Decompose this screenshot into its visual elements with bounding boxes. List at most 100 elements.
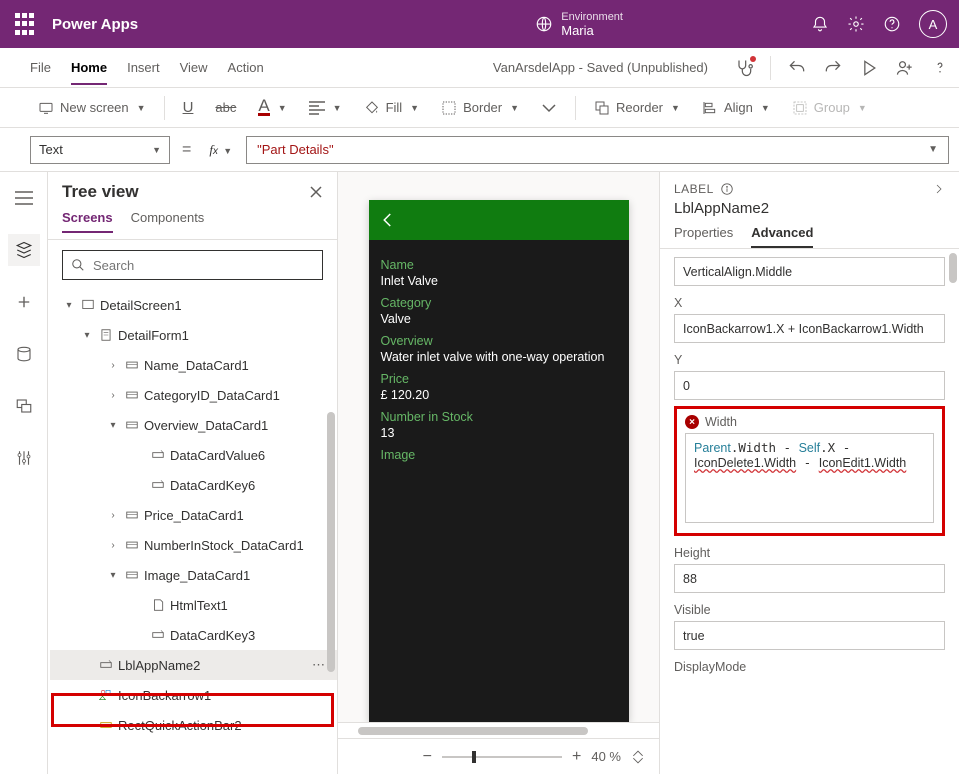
reorder-label: Reorder xyxy=(616,100,663,115)
help-icon[interactable] xyxy=(883,15,901,33)
new-screen-label: New screen xyxy=(60,100,129,115)
tree-node-detailscreen1[interactable]: ▾DetailScreen1 xyxy=(50,290,337,320)
canvas-h-scrollbar[interactable] xyxy=(338,722,659,738)
tab-properties[interactable]: Properties xyxy=(674,225,733,248)
tree-node-name-datacard1[interactable]: ›Name_DataCard1 xyxy=(50,350,337,380)
text-align-button[interactable]: ▼ xyxy=(301,97,350,119)
align-button[interactable]: Align▼ xyxy=(694,96,778,120)
rail-tree-view-icon[interactable] xyxy=(8,234,40,266)
prop-verticalalign-input[interactable]: VerticalAlign.Middle xyxy=(674,257,945,286)
prop-width-label: Width xyxy=(705,415,737,429)
prop-visible-input[interactable]: true xyxy=(674,621,945,650)
notifications-icon[interactable] xyxy=(811,15,829,33)
reorder-button[interactable]: Reorder▼ xyxy=(586,96,688,120)
tree-search-input[interactable] xyxy=(93,258,314,273)
menu-insert[interactable]: Insert xyxy=(127,60,160,75)
environment-label: Environment xyxy=(561,10,623,24)
rectangle-icon xyxy=(98,717,114,733)
canvas-area: Name Inlet Valve Category Valve Overview… xyxy=(338,172,659,774)
label-icon xyxy=(150,447,166,463)
zoom-in-button[interactable]: + xyxy=(572,748,581,766)
highlight-annotation: × Width Parent.Width - Self.X - IconDele… xyxy=(674,406,945,536)
settings-icon[interactable] xyxy=(847,15,865,33)
group-button[interactable]: Group▼ xyxy=(784,96,875,120)
fill-button[interactable]: Fill▼ xyxy=(356,96,428,120)
props-scrollbar[interactable] xyxy=(949,253,957,283)
app-preview[interactable]: Name Inlet Valve Category Valve Overview… xyxy=(369,200,629,722)
tree-node-lblappname2[interactable]: LblAppName2⋯ xyxy=(50,650,337,680)
underline-button[interactable]: U xyxy=(175,95,202,120)
prop-x-input[interactable]: IconBackarrow1.X + IconBackarrow1.Width xyxy=(674,314,945,343)
user-avatar[interactable]: A xyxy=(919,10,947,38)
undo-icon[interactable] xyxy=(787,58,807,78)
rail-hamburger-icon[interactable] xyxy=(8,182,40,214)
rail-data-icon[interactable] xyxy=(8,338,40,370)
fit-screen-icon[interactable] xyxy=(631,750,645,764)
menu-file[interactable]: File xyxy=(30,60,51,75)
label-icon xyxy=(150,627,166,643)
rail-media-icon[interactable] xyxy=(8,390,40,422)
tree-search-box[interactable] xyxy=(62,250,323,280)
rail-insert-icon[interactable] xyxy=(8,286,40,318)
rail-tools-icon[interactable] xyxy=(8,442,40,474)
fx-button[interactable]: fx ▼ xyxy=(203,142,238,158)
font-color-button[interactable]: A▼ xyxy=(250,95,294,120)
menu-view[interactable]: View xyxy=(180,60,208,75)
html-icon xyxy=(150,597,166,613)
share-icon[interactable] xyxy=(895,58,915,78)
equals-label: = xyxy=(178,141,195,159)
environment-picker[interactable]: Environment Maria xyxy=(561,10,623,38)
menu-action[interactable]: Action xyxy=(228,60,264,75)
prop-width-input[interactable]: Parent.Width - Self.X - IconDelete1.Widt… xyxy=(685,433,934,523)
app-checker-icon[interactable] xyxy=(734,58,754,78)
tree-node-numberinstock-datacard1[interactable]: ›NumberInStock_DataCard1 xyxy=(50,530,337,560)
tree-node-iconbackarrow1[interactable]: IconBackarrow1 xyxy=(50,680,337,710)
app-launcher-icon[interactable] xyxy=(12,12,36,36)
chevron-right-icon[interactable] xyxy=(933,183,945,195)
tree-node-htmltext1[interactable]: HtmlText1 xyxy=(50,590,337,620)
selected-control-name[interactable]: LblAppName2 xyxy=(660,200,959,225)
formula-expand-icon[interactable]: ▼ xyxy=(928,144,938,155)
tree-node-detailform1[interactable]: ▾DetailForm1 xyxy=(50,320,337,350)
field-value: 13 xyxy=(381,426,617,440)
field-label: Category xyxy=(381,296,617,310)
error-icon[interactable]: × xyxy=(685,415,699,429)
property-selector-value: Text xyxy=(39,142,63,157)
new-screen-button[interactable]: New screen▼ xyxy=(30,96,154,120)
preview-header-bar xyxy=(369,200,629,240)
back-arrow-icon[interactable] xyxy=(379,211,397,229)
menu-help-icon[interactable] xyxy=(931,59,949,77)
redo-icon[interactable] xyxy=(823,58,843,78)
ribbon-toolbar: New screen▼ U abc A▼ ▼ Fill▼ Border▼ Reo… xyxy=(0,88,959,128)
prop-y-input[interactable]: 0 xyxy=(674,371,945,400)
border-button[interactable]: Border▼ xyxy=(433,96,527,120)
border-label: Border xyxy=(463,100,502,115)
close-icon[interactable] xyxy=(309,185,323,199)
datacard-icon xyxy=(124,507,140,523)
tree-node-overview-datacard1[interactable]: ▾Overview_DataCard1 xyxy=(50,410,337,440)
tree-node-datacardkey3[interactable]: DataCardKey3 xyxy=(50,620,337,650)
tree-node-categoryid-datacard1[interactable]: ›CategoryID_DataCard1 xyxy=(50,380,337,410)
zoom-out-button[interactable]: − xyxy=(423,748,432,766)
prop-height-input[interactable]: 88 xyxy=(674,564,945,593)
tree-scrollbar[interactable] xyxy=(327,412,335,672)
field-label: Overview xyxy=(381,334,617,348)
label-icon xyxy=(150,477,166,493)
tree-node-datacardkey6[interactable]: DataCardKey6 xyxy=(50,470,337,500)
tab-advanced[interactable]: Advanced xyxy=(751,225,813,248)
strikethrough-button[interactable]: abc xyxy=(207,96,244,119)
menu-home[interactable]: Home xyxy=(71,60,107,85)
format-expand-button[interactable] xyxy=(533,99,565,117)
tree-node-datacardvalue6[interactable]: DataCardValue6 xyxy=(50,440,337,470)
tree-node-price-datacard1[interactable]: ›Price_DataCard1 xyxy=(50,500,337,530)
tree-node-image-datacard1[interactable]: ▾Image_DataCard1 xyxy=(50,560,337,590)
formula-input[interactable]: "Part Details" ▼ xyxy=(246,136,949,164)
properties-panel: LABEL LblAppName2 Properties Advanced Ve… xyxy=(659,172,959,774)
play-icon[interactable] xyxy=(859,58,879,78)
tree-node-rectquickactionbar2[interactable]: RectQuickActionBar2 xyxy=(50,710,337,740)
tab-components[interactable]: Components xyxy=(131,210,205,233)
tab-screens[interactable]: Screens xyxy=(62,210,113,233)
property-selector[interactable]: Text ▼ xyxy=(30,136,170,164)
zoom-slider[interactable] xyxy=(442,756,562,758)
info-icon[interactable] xyxy=(720,182,734,196)
